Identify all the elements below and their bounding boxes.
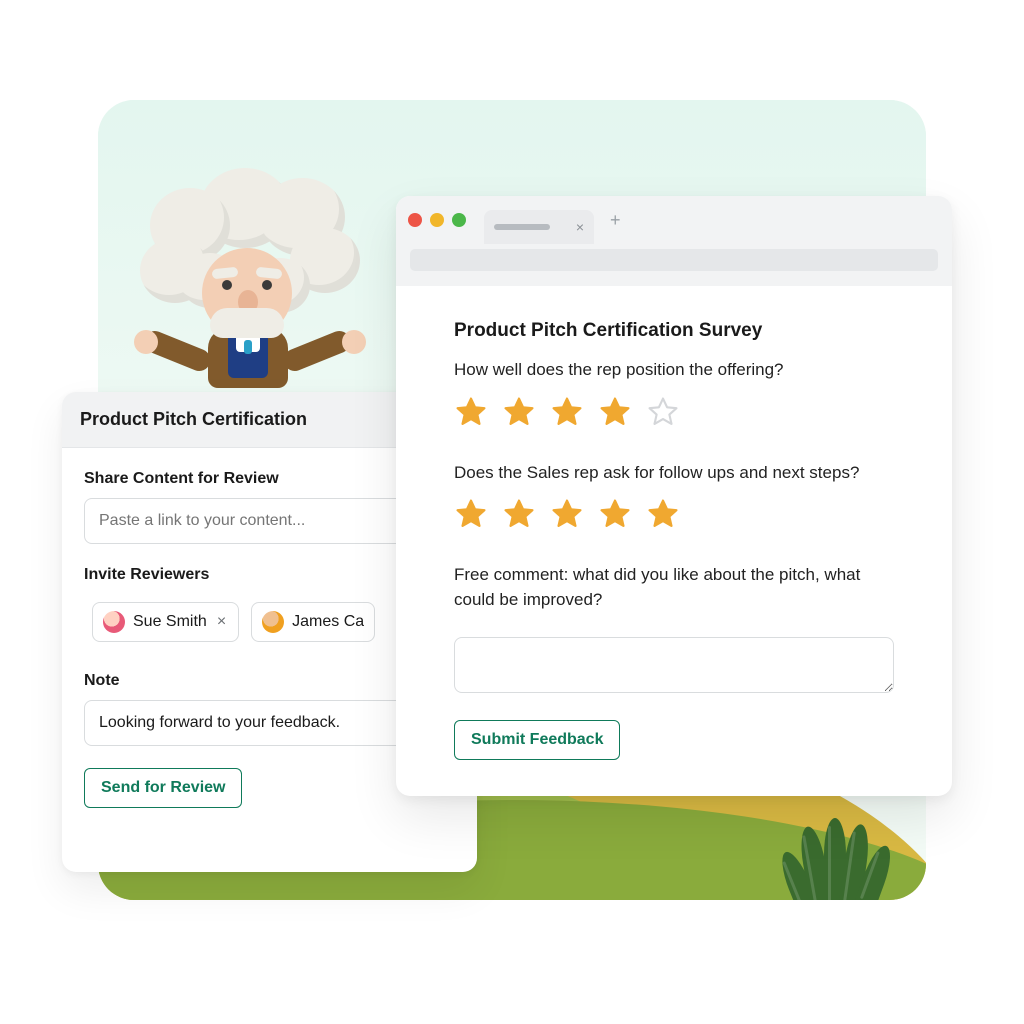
star-filled-icon[interactable]: [646, 497, 680, 531]
rating-q1: [454, 395, 894, 429]
reviewer-name: James Ca: [292, 613, 364, 631]
survey-title: Product Pitch Certification Survey: [454, 320, 894, 342]
star-filled-icon[interactable]: [550, 395, 584, 429]
review-card-title: Product Pitch Certification: [80, 409, 307, 430]
star-filled-icon[interactable]: [502, 497, 536, 531]
tab-title-placeholder: [494, 224, 550, 230]
close-tab-icon[interactable]: ×: [576, 219, 584, 235]
submit-feedback-button[interactable]: Submit Feedback: [454, 720, 620, 760]
reviewer-name: Sue Smith: [133, 613, 207, 631]
star-empty-icon[interactable]: [646, 395, 680, 429]
url-input[interactable]: [410, 249, 938, 271]
browser-tabbar: × +: [396, 196, 952, 244]
browser-tab[interactable]: ×: [484, 210, 594, 244]
survey-question-3: Free comment: what did you like about th…: [454, 563, 894, 612]
star-filled-icon[interactable]: [454, 395, 488, 429]
reviewer-chip[interactable]: Sue Smith ×: [92, 602, 239, 642]
send-for-review-button[interactable]: Send for Review: [84, 768, 242, 808]
star-filled-icon[interactable]: [550, 497, 584, 531]
maximize-window-icon[interactable]: [452, 213, 466, 227]
survey-question-2: Does the Sales rep ask for follow ups an…: [454, 461, 894, 486]
einstein-mascot: [90, 158, 400, 408]
star-filled-icon[interactable]: [502, 395, 536, 429]
rating-q2: [454, 497, 894, 531]
star-filled-icon[interactable]: [598, 497, 632, 531]
free-comment-input[interactable]: [454, 637, 894, 693]
browser-window: × + Product Pitch Certification Survey H…: [396, 196, 952, 796]
avatar: [262, 611, 284, 633]
survey-content: Product Pitch Certification Survey How w…: [396, 286, 952, 796]
bush: [782, 820, 902, 900]
urlbar-row: [396, 244, 952, 286]
minimize-window-icon[interactable]: [430, 213, 444, 227]
star-filled-icon[interactable]: [598, 395, 632, 429]
new-tab-button[interactable]: +: [604, 210, 627, 231]
reviewer-chip[interactable]: James Ca: [251, 602, 375, 642]
close-window-icon[interactable]: [408, 213, 422, 227]
remove-reviewer-icon[interactable]: ×: [215, 613, 228, 631]
survey-question-1: How well does the rep position the offer…: [454, 358, 894, 383]
star-filled-icon[interactable]: [454, 497, 488, 531]
avatar: [103, 611, 125, 633]
window-controls: [408, 213, 466, 227]
